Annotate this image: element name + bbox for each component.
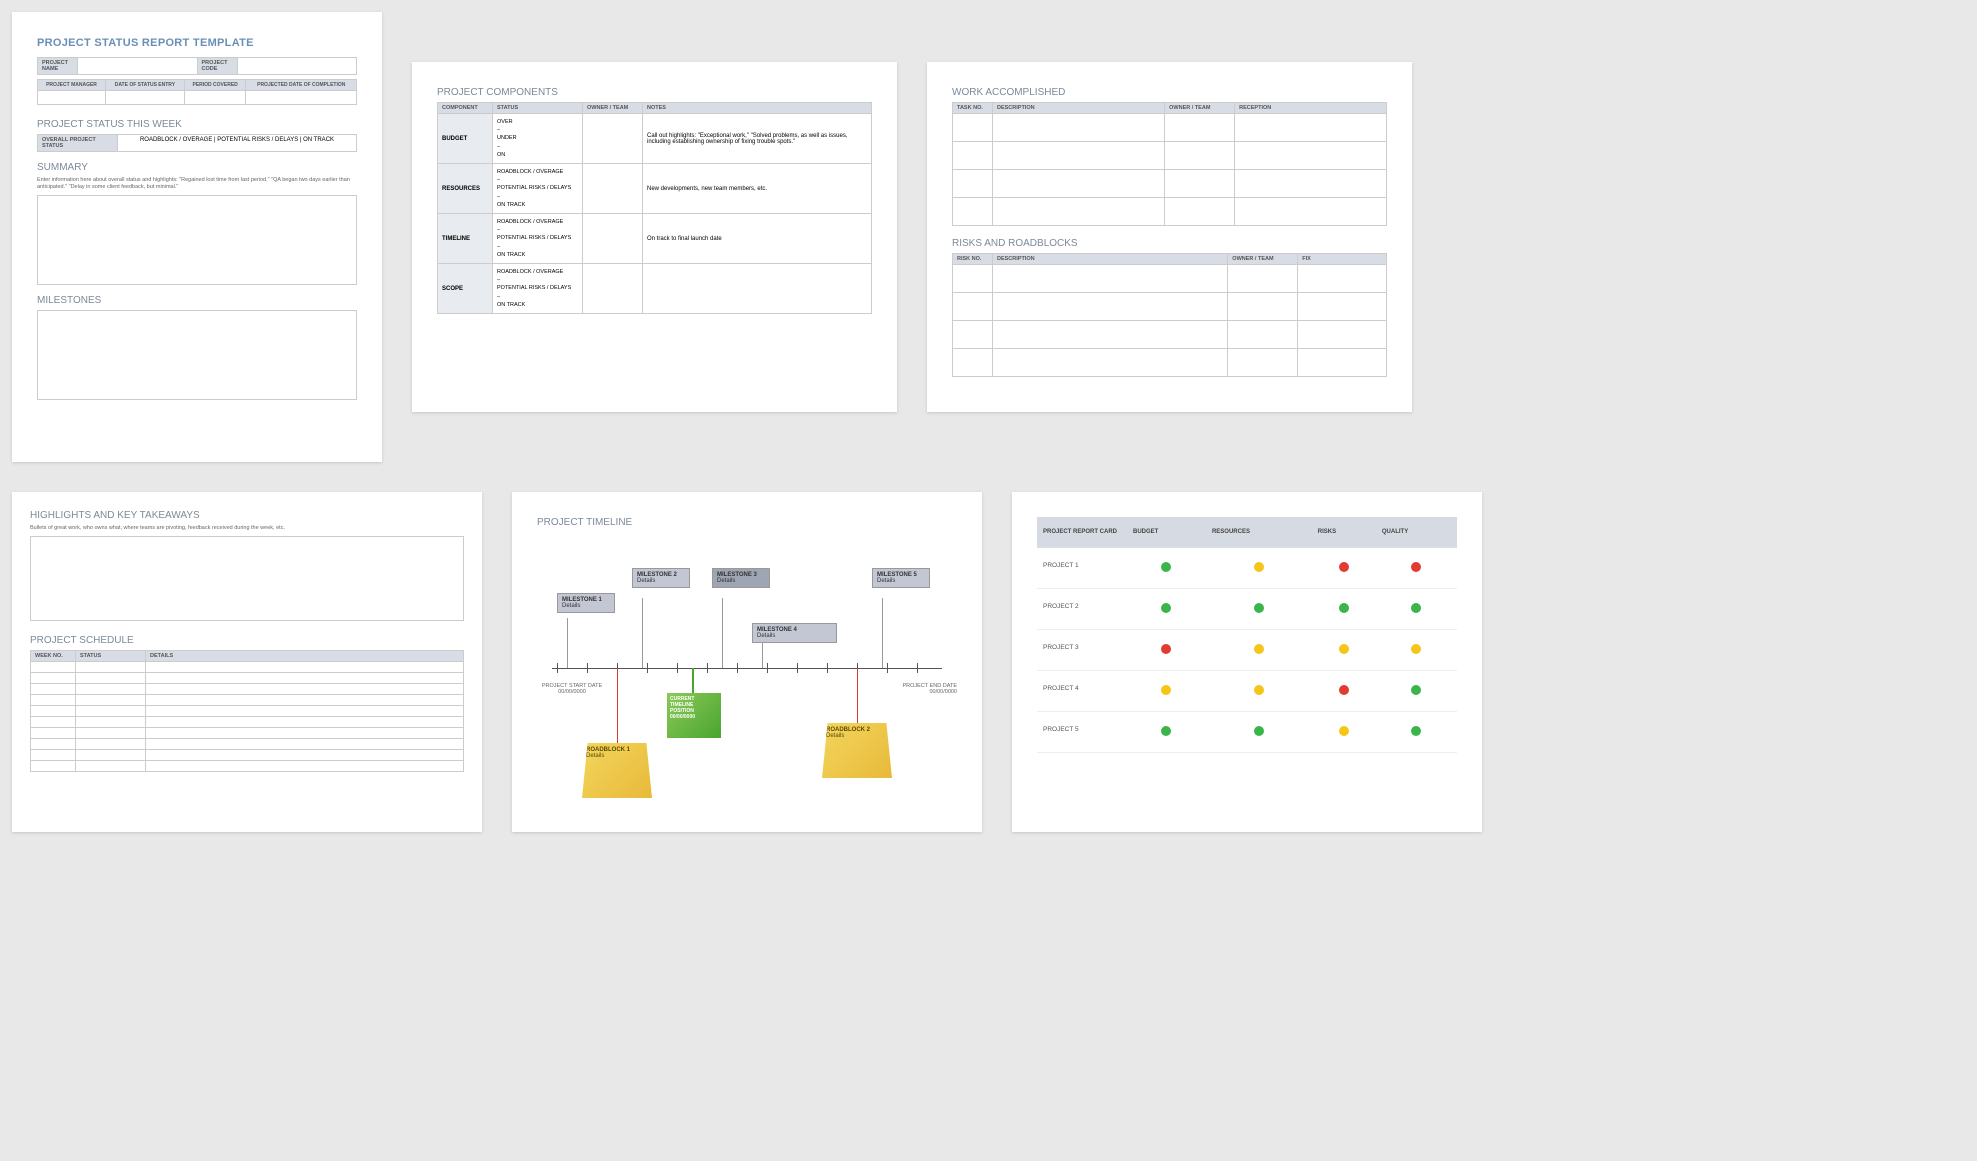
table-row: BUDGETOVER – UNDER – ONCall out highligh… xyxy=(438,114,872,164)
roadblock-box: ROADBLOCK 2Details xyxy=(822,723,892,778)
status-dot xyxy=(1161,562,1171,572)
table-row xyxy=(31,662,464,673)
status-dot xyxy=(1254,644,1264,654)
table-row xyxy=(31,739,464,750)
table-row xyxy=(953,198,1387,226)
status-dot xyxy=(1161,726,1171,736)
status-dot xyxy=(1254,562,1264,572)
risks-table: RISK NO.DESCRIPTIONOWNER / TEAMFIX xyxy=(952,253,1387,377)
status-dot xyxy=(1339,562,1349,572)
status-dot xyxy=(1339,685,1349,695)
table-row xyxy=(31,684,464,695)
table-row xyxy=(31,761,464,772)
milestone-box: MILESTONE 1Details xyxy=(557,593,615,613)
status-dot xyxy=(1161,603,1171,613)
start-label: PROJECT START DATE00/00/0000 xyxy=(537,683,607,695)
status-dot xyxy=(1411,603,1421,613)
status-dot xyxy=(1411,726,1421,736)
status-dot xyxy=(1411,685,1421,695)
report-card-table: PROJECT REPORT CARD BUDGET RESOURCES RIS… xyxy=(1037,517,1457,753)
project-id-table: PROJECT NAME PROJECT CODE xyxy=(37,57,357,75)
table-row xyxy=(953,142,1387,170)
page-status-report: PROJECT STATUS REPORT TEMPLATE PROJECT N… xyxy=(12,12,382,462)
highlights-box[interactable] xyxy=(30,536,464,621)
table-row xyxy=(31,695,464,706)
timeline-diagram: MILESTONE 1Details MILESTONE 2Details MI… xyxy=(537,538,957,808)
page-components: PROJECT COMPONENTS COMPONENT STATUS OWNE… xyxy=(412,62,897,412)
table-row xyxy=(953,293,1387,321)
table-row: PROJECT 4 xyxy=(1037,671,1457,712)
milestone-box: MILESTONE 5Details xyxy=(872,568,930,588)
table-row: RESOURCESROADBLOCK / OVERAGE – POTENTIAL… xyxy=(438,164,872,214)
table-row xyxy=(31,673,464,684)
table-row xyxy=(31,706,464,717)
status-dot xyxy=(1339,726,1349,736)
table-row xyxy=(953,349,1387,377)
table-row xyxy=(953,265,1387,293)
components-table: COMPONENT STATUS OWNER / TEAM NOTES BUDG… xyxy=(437,102,872,314)
table-row xyxy=(31,750,464,761)
page-highlights: HIGHLIGHTS AND KEY TAKEAWAYS Bullets of … xyxy=(12,492,482,832)
summary-box[interactable] xyxy=(37,195,357,285)
status-dot xyxy=(1339,603,1349,613)
milestone-box: MILESTONE 2Details xyxy=(632,568,690,588)
status-dot xyxy=(1411,562,1421,572)
status-dot xyxy=(1254,685,1264,695)
current-position-note: CURRENT TIMELINE POSITION 00/00/0000 xyxy=(667,693,721,738)
status-dot xyxy=(1254,726,1264,736)
meta-table: PROJECT MANAGER DATE OF STATUS ENTRY PER… xyxy=(37,79,357,105)
table-row xyxy=(953,170,1387,198)
overall-status-table: OVERALL PROJECT STATUS ROADBLOCK / OVERA… xyxy=(37,134,357,152)
page-work-risks: WORK ACCOMPLISHED TASK NO.DESCRIPTIONOWN… xyxy=(927,62,1412,412)
page-timeline: PROJECT TIMELINE MILESTONE 1Details MILE… xyxy=(512,492,982,832)
roadblock-box: ROADBLOCK 1Details xyxy=(582,743,652,798)
status-dot xyxy=(1254,603,1264,613)
timeline-axis xyxy=(552,668,942,669)
milestones-box[interactable] xyxy=(37,310,357,400)
milestone-box: MILESTONE 3Details xyxy=(712,568,770,588)
table-row xyxy=(31,717,464,728)
page-report-card: PROJECT REPORT CARD BUDGET RESOURCES RIS… xyxy=(1012,492,1482,832)
status-dot xyxy=(1411,644,1421,654)
status-dot xyxy=(1161,685,1171,695)
table-row: PROJECT 5 xyxy=(1037,712,1457,753)
schedule-table: WEEK NO.STATUSDETAILS xyxy=(30,650,464,772)
table-row xyxy=(953,114,1387,142)
work-table: TASK NO.DESCRIPTIONOWNER / TEAMRECEPTION xyxy=(952,102,1387,226)
table-row: PROJECT 1 xyxy=(1037,548,1457,589)
week-title: PROJECT STATUS THIS WEEK xyxy=(37,119,357,130)
table-row: PROJECT 2 xyxy=(1037,589,1457,630)
table-row xyxy=(953,321,1387,349)
status-dot xyxy=(1339,644,1349,654)
table-row xyxy=(31,728,464,739)
title: PROJECT STATUS REPORT TEMPLATE xyxy=(37,37,357,49)
end-label: PROJECT END DATE00/00/0000 xyxy=(887,683,957,695)
milestone-box: MILESTONE 4Details xyxy=(752,623,837,643)
table-row: PROJECT 3 xyxy=(1037,630,1457,671)
table-row: TIMELINEROADBLOCK / OVERAGE – POTENTIAL … xyxy=(438,214,872,264)
table-row: SCOPEROADBLOCK / OVERAGE – POTENTIAL RIS… xyxy=(438,264,872,314)
status-dot xyxy=(1161,644,1171,654)
